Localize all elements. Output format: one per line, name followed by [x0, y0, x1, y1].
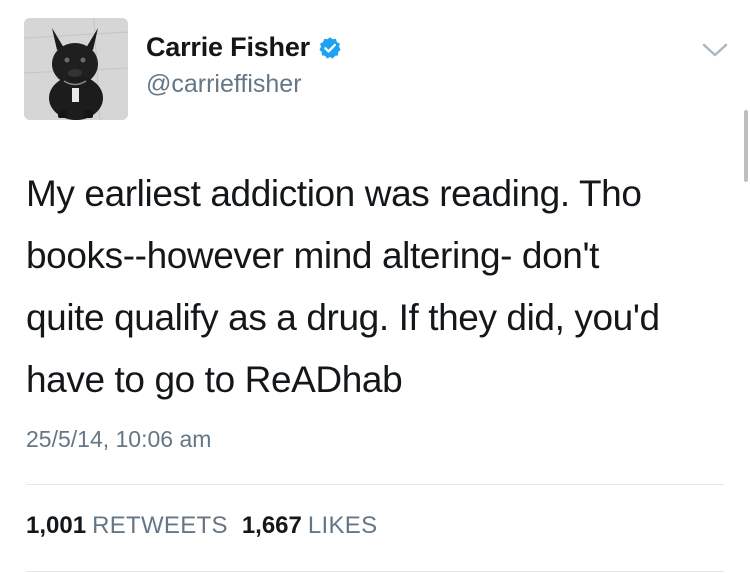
likes-stat[interactable]: 1,667 LIKES — [242, 512, 378, 540]
tweet-timestamp[interactable]: 25/5/14, 10:06 am — [26, 426, 211, 453]
verified-badge-icon — [319, 36, 341, 59]
tweet-text-line: quite qualify as a drug. If they did, yo… — [26, 297, 660, 338]
likes-count: 1,667 — [241, 512, 302, 539]
divider — [26, 571, 724, 572]
divider — [26, 484, 724, 485]
likes-label: LIKES — [307, 512, 378, 539]
user-handle[interactable]: @carrieffisher — [146, 70, 302, 99]
avatar-image — [24, 18, 128, 120]
scrollbar[interactable] — [744, 110, 748, 182]
tweet-text-line: have to go to ReADhab — [26, 359, 403, 400]
chevron-down-icon[interactable] — [701, 40, 729, 60]
retweets-count: 1,001 — [26, 512, 87, 539]
display-name[interactable]: Carrie Fisher — [146, 32, 310, 63]
tweet-text: My earliest addiction was reading. Tho b… — [26, 163, 726, 411]
tweet-text-line: books--however mind altering- don't — [26, 235, 600, 276]
avatar[interactable] — [24, 18, 128, 120]
author-name-row[interactable]: Carrie Fisher — [146, 32, 342, 63]
retweets-stat[interactable]: 1,001 RETWEETS — [26, 512, 228, 540]
retweets-label: RETWEETS — [92, 512, 228, 539]
tweet-text-line: My earliest addiction was reading. Tho — [26, 173, 642, 214]
tweet-stats: 1,001 RETWEETS 1,667 LIKES — [26, 512, 391, 540]
